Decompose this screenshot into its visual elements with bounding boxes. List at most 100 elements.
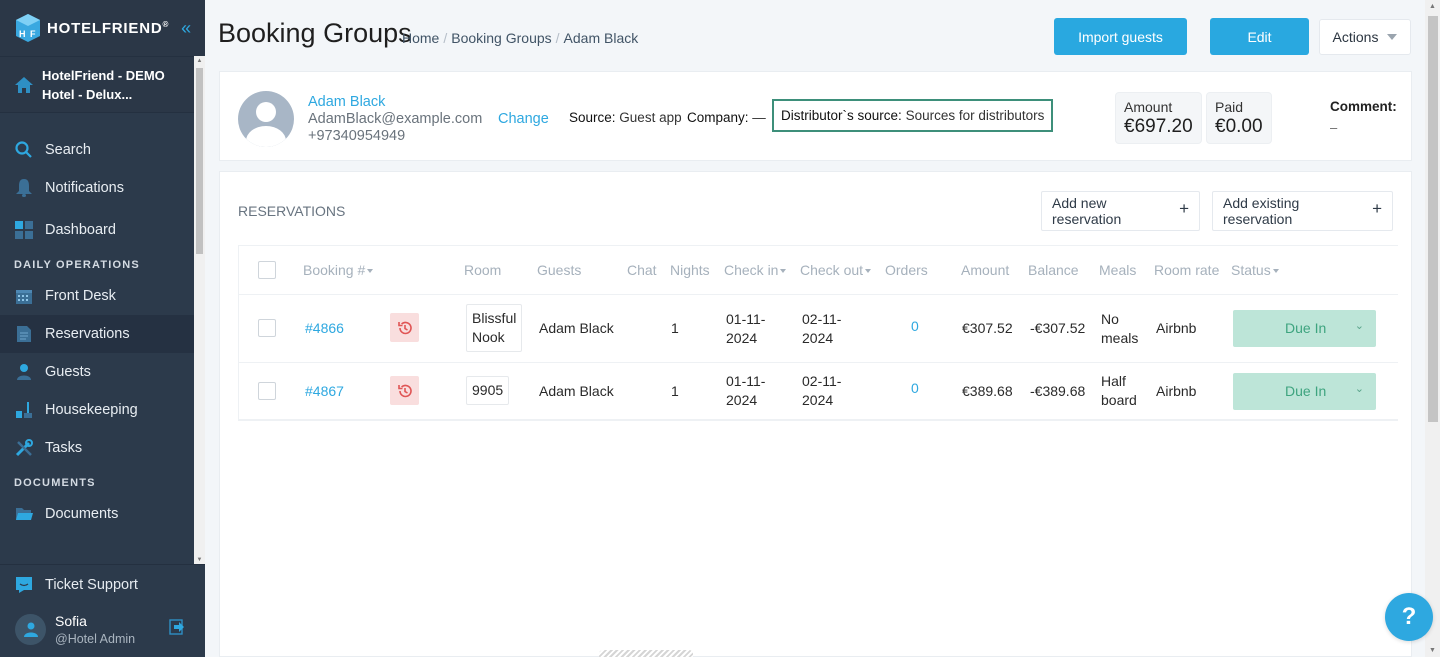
hotel-selector[interactable]: HotelFriend - DEMO Hotel - Delux... bbox=[0, 56, 205, 113]
sidebar-item-label: Tasks bbox=[45, 440, 83, 456]
user-icon bbox=[23, 622, 38, 637]
sidebar-item-label: Dashboard bbox=[45, 222, 116, 238]
loading-indicator bbox=[599, 650, 693, 657]
col-balance: Balance bbox=[1028, 262, 1079, 278]
distributor-source-box[interactable]: Distributor`s source: Sources for distri… bbox=[772, 99, 1054, 132]
comment-label: Comment: bbox=[1330, 99, 1397, 114]
sidebar-item-housekeeping[interactable]: Housekeeping bbox=[0, 391, 205, 429]
calendar-icon bbox=[15, 287, 33, 305]
sidebar-scrollbar-thumb[interactable] bbox=[196, 68, 203, 254]
scroll-up-icon[interactable]: ▲ bbox=[194, 58, 205, 64]
guest-avatar bbox=[238, 91, 294, 147]
sidebar-item-reservations[interactable]: Reservations bbox=[0, 315, 205, 353]
edit-button[interactable]: Edit bbox=[1210, 18, 1309, 55]
page-scrollbar-thumb[interactable] bbox=[1428, 16, 1438, 422]
brand-name: HOTELFRIEND® bbox=[47, 19, 170, 37]
hotelfriend-logo-icon: H F bbox=[16, 14, 40, 42]
add-existing-reservation-button[interactable]: Add existing reservation + bbox=[1212, 191, 1393, 231]
orders-count-link[interactable]: 0 bbox=[911, 380, 919, 396]
breadcrumb-current: Adam Black bbox=[563, 30, 639, 46]
guest-phone: +97340954949 bbox=[308, 128, 406, 144]
user-profile[interactable]: Sofia @Hotel Admin bbox=[0, 613, 205, 646]
page-scrollbar[interactable]: ▲ ▼ bbox=[1425, 0, 1440, 657]
folder-icon bbox=[15, 505, 33, 523]
scroll-down-icon[interactable]: ▼ bbox=[1425, 647, 1440, 654]
dashboard-icon bbox=[15, 221, 33, 239]
row-checkbox[interactable] bbox=[258, 319, 276, 337]
scroll-down-icon[interactable]: ▼ bbox=[194, 557, 205, 563]
logout-icon[interactable] bbox=[169, 619, 185, 640]
breadcrumb: Home / Booking Groups / Adam Black bbox=[402, 30, 639, 46]
chevron-down-icon: ⌄ bbox=[1354, 320, 1364, 332]
table-header: Booking # Room Guests Chat Nights Check … bbox=[239, 246, 1398, 295]
col-amount: Amount bbox=[961, 262, 1010, 278]
col-check-in[interactable]: Check in bbox=[724, 262, 787, 278]
col-room: Room bbox=[464, 262, 502, 278]
sidebar-item-documents[interactable]: Documents bbox=[0, 495, 205, 533]
actions-label: Actions bbox=[1332, 29, 1379, 45]
status-dropdown[interactable]: Due In ⌄ bbox=[1233, 310, 1376, 347]
amount-value: €697.20 bbox=[1124, 116, 1193, 137]
table-row: #4866 Blissful Nook Adam Black 1 01-11- 2… bbox=[239, 295, 1398, 363]
amount-stat: Amount €697.20 bbox=[1115, 92, 1202, 144]
sidebar-scrollbar[interactable]: ▲ ▼ bbox=[194, 56, 205, 564]
booking-number-link[interactable]: #4866 bbox=[305, 320, 344, 336]
sidebar-item-notifications[interactable]: Notifications bbox=[0, 169, 205, 207]
guest-name-link[interactable]: Adam Black bbox=[308, 94, 385, 110]
add-new-reservation-button[interactable]: Add new reservation + bbox=[1041, 191, 1200, 231]
row-checkbox[interactable] bbox=[258, 382, 276, 400]
sidebar-footer: Ticket Support Sofia @Hotel Admin bbox=[0, 564, 205, 657]
status-dropdown[interactable]: Due In ⌄ bbox=[1233, 373, 1376, 410]
scroll-up-icon[interactable]: ▲ bbox=[1425, 3, 1440, 10]
sidebar-item-tasks[interactable]: Tasks bbox=[0, 429, 205, 467]
balance-value: -€307.52 bbox=[1030, 320, 1086, 336]
sidebar: H F HOTELFRIEND® « HotelFriend - DEMO Ho… bbox=[0, 0, 205, 657]
breadcrumb-home[interactable]: Home bbox=[402, 30, 439, 46]
col-check-out[interactable]: Check out bbox=[800, 262, 872, 278]
guest-name: Adam Black bbox=[539, 383, 614, 399]
paid-value: €0.00 bbox=[1215, 116, 1263, 137]
breadcrumb-booking-groups[interactable]: Booking Groups bbox=[451, 30, 551, 46]
col-booking[interactable]: Booking # bbox=[303, 262, 374, 278]
change-guest-link[interactable]: Change bbox=[498, 111, 549, 127]
collapse-sidebar-icon[interactable]: « bbox=[181, 18, 191, 39]
sidebar-scroll-area: HotelFriend - DEMO Hotel - Delux... Sear… bbox=[0, 56, 205, 564]
ticket-support-button[interactable]: Ticket Support bbox=[0, 566, 205, 604]
help-button[interactable]: ? bbox=[1385, 593, 1433, 641]
sidebar-item-dashboard[interactable]: Dashboard bbox=[0, 211, 205, 249]
room-box[interactable]: 9905 bbox=[466, 376, 510, 405]
document-icon bbox=[15, 325, 33, 343]
sidebar-item-label: Documents bbox=[45, 506, 119, 522]
source-info: Source: Guest app bbox=[569, 110, 682, 125]
sidebar-item-front-desk[interactable]: Front Desk bbox=[0, 277, 205, 315]
sidebar-item-search[interactable]: Search bbox=[0, 131, 205, 169]
history-button[interactable] bbox=[390, 313, 419, 342]
svg-text:H: H bbox=[19, 29, 26, 39]
home-icon bbox=[15, 76, 33, 93]
orders-count-link[interactable]: 0 bbox=[911, 318, 919, 334]
amount-value: €389.68 bbox=[962, 383, 1013, 399]
room-box[interactable]: Blissful Nook bbox=[466, 304, 522, 352]
svg-text:F: F bbox=[30, 29, 36, 39]
page-title: Booking Groups bbox=[218, 18, 412, 48]
section-documents: DOCUMENTS bbox=[14, 477, 96, 489]
col-status[interactable]: Status bbox=[1231, 262, 1279, 278]
plus-icon: + bbox=[1372, 199, 1382, 218]
import-guests-button[interactable]: Import guests bbox=[1054, 18, 1187, 55]
actions-dropdown[interactable]: Actions bbox=[1319, 19, 1411, 55]
caret-down-icon bbox=[1387, 34, 1398, 40]
select-all-checkbox[interactable] bbox=[258, 261, 276, 279]
meals-value: No meals bbox=[1101, 311, 1139, 346]
room-rate-value: Airbnb bbox=[1156, 320, 1197, 336]
comment-value: – bbox=[1330, 120, 1338, 135]
history-button[interactable] bbox=[390, 376, 419, 405]
section-daily-operations: DAILY OPERATIONS bbox=[14, 259, 140, 271]
broom-icon bbox=[15, 401, 33, 419]
plus-icon: + bbox=[1179, 199, 1189, 218]
main-content: Booking Groups Home / Booking Groups / Adam … bbox=[205, 0, 1425, 657]
meals-value: Half board bbox=[1101, 373, 1137, 408]
sidebar-item-label: Guests bbox=[45, 364, 91, 380]
sidebar-item-guests[interactable]: Guests bbox=[0, 353, 205, 391]
booking-number-link[interactable]: #4867 bbox=[305, 383, 344, 399]
tools-icon bbox=[15, 439, 33, 457]
